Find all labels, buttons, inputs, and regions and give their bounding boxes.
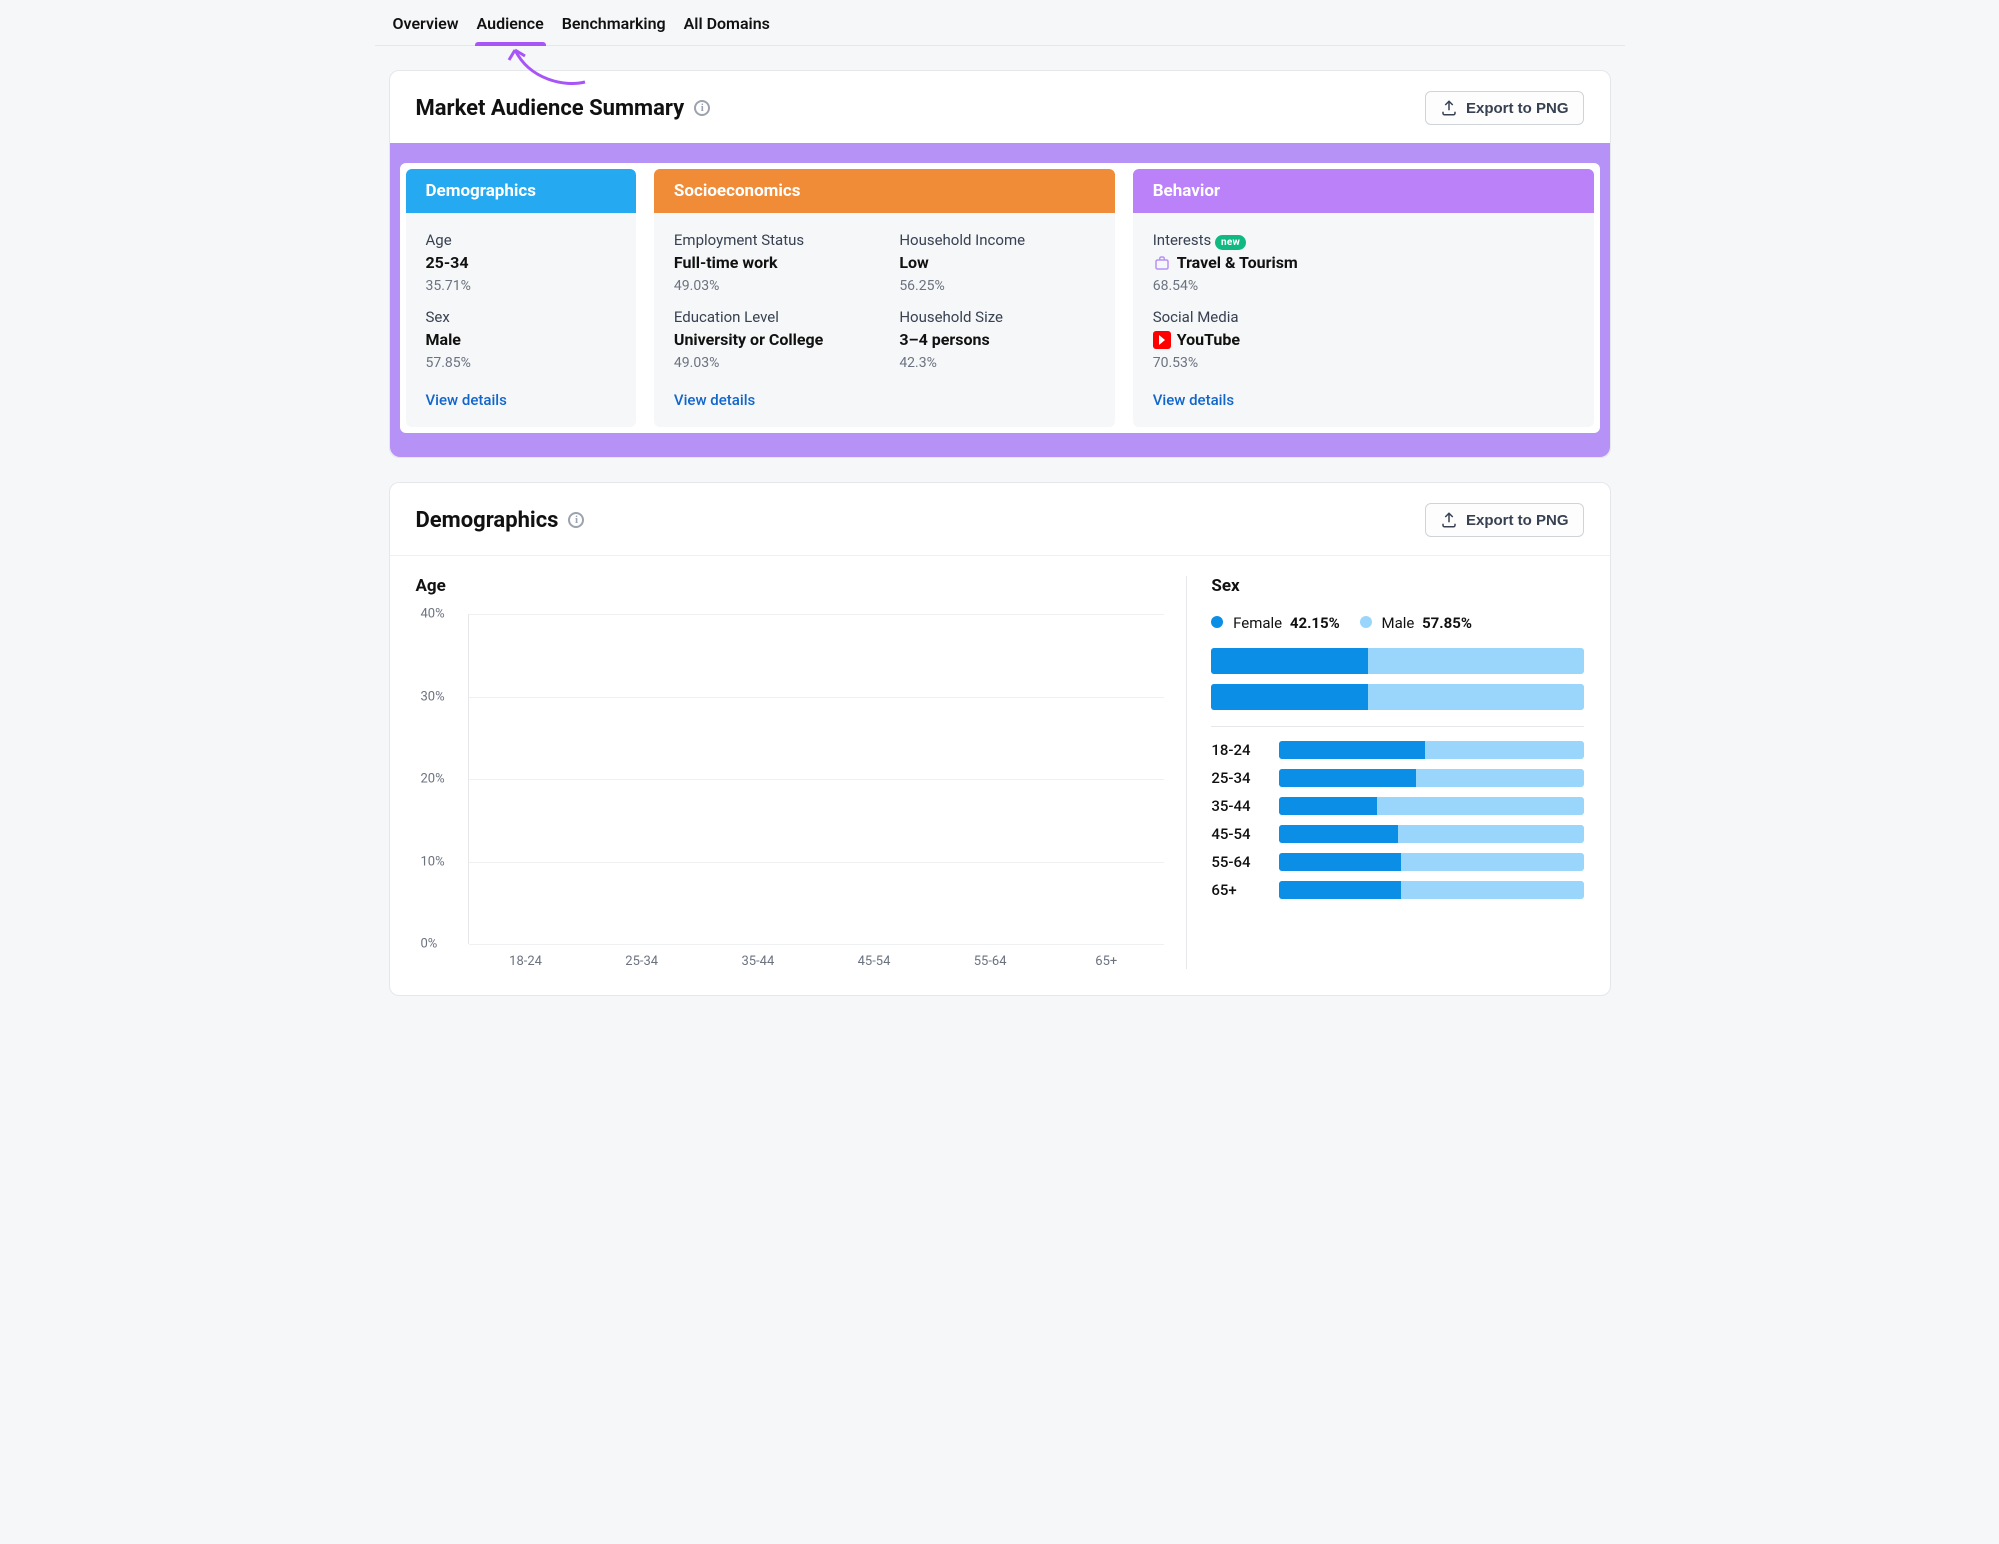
- stat-value: Full-time work: [674, 253, 869, 272]
- sex-bucket-bars: 18-24 25-34 35-44 45-54 55-64 65+: [1211, 741, 1583, 899]
- bucket-bar[interactable]: [1279, 853, 1583, 871]
- sex-bucket-row: 55-64: [1211, 853, 1583, 871]
- stat-pct: 57.85%: [426, 355, 616, 371]
- demographics-section: Demographics i Export to PNG Age 0%10%20…: [389, 482, 1611, 996]
- x-tick-label: 25-34: [584, 944, 700, 969]
- stat-value: 25-34: [426, 253, 616, 272]
- stat-label: Education Level: [674, 308, 869, 326]
- upload-icon: [1440, 99, 1458, 117]
- section-title: Demographics i: [416, 508, 585, 533]
- y-tick-label: 10%: [421, 854, 445, 869]
- tab-overview[interactable]: Overview: [393, 14, 459, 45]
- stat-pct: 49.03%: [674, 278, 869, 294]
- bucket-label: 45-54: [1211, 825, 1265, 843]
- stat-value: Travel & Tourism: [1153, 253, 1574, 272]
- sex-bucket-row: 18-24: [1211, 741, 1583, 759]
- y-tick-label: 30%: [421, 689, 445, 704]
- y-tick-label: 20%: [421, 772, 445, 787]
- market-audience-summary-section: Market Audience Summary i Export to PNG …: [389, 70, 1611, 458]
- bucket-bar[interactable]: [1279, 741, 1583, 759]
- x-tick-label: 35-44: [700, 944, 816, 969]
- stat-value: University or College: [674, 330, 869, 349]
- stat-label: Sex: [426, 308, 616, 326]
- sex-total-bar[interactable]: [1211, 684, 1583, 710]
- sex-total-bars: [1211, 648, 1583, 710]
- stat-label: Interests new: [1153, 231, 1574, 249]
- stat-pct: 49.03%: [674, 355, 869, 371]
- stat-label: Household Income: [899, 231, 1094, 249]
- export-button[interactable]: Export to PNG: [1425, 91, 1584, 125]
- stat-pct: 70.53%: [1153, 355, 1574, 371]
- view-details-link[interactable]: View details: [1153, 391, 1574, 409]
- age-x-labels: 18-2425-3435-4445-5455-6465+: [468, 944, 1165, 969]
- stat-label: Social Media: [1153, 308, 1574, 326]
- bucket-bar[interactable]: [1279, 825, 1583, 843]
- stat-pct: 35.71%: [426, 278, 616, 294]
- tab-all-domains[interactable]: All Domains: [684, 14, 770, 45]
- sex-bucket-row: 65+: [1211, 881, 1583, 899]
- y-tick-label: 0%: [421, 937, 438, 952]
- stat-value: Low: [899, 253, 1094, 272]
- stat-pct: 68.54%: [1153, 278, 1574, 294]
- sex-bucket-row: 25-34: [1211, 769, 1583, 787]
- card-behavior: Behavior Interests new Travel & Tourism: [1133, 169, 1594, 427]
- bucket-bar[interactable]: [1279, 797, 1583, 815]
- stat-label: Employment Status: [674, 231, 869, 249]
- stat-label: Household Size: [899, 308, 1094, 326]
- tab-benchmarking[interactable]: Benchmarking: [562, 14, 666, 45]
- stat-value: YouTube: [1153, 330, 1574, 349]
- stat-value: 3–4 persons: [899, 330, 1094, 349]
- suitcase-icon: [1153, 254, 1171, 272]
- tab-audience[interactable]: Audience: [477, 14, 544, 45]
- stat-pct: 56.25%: [899, 278, 1094, 294]
- age-bar-chart: 0%10%20%30%40%: [468, 614, 1165, 944]
- export-button[interactable]: Export to PNG: [1425, 503, 1584, 537]
- bucket-bar[interactable]: [1279, 769, 1583, 787]
- view-details-link[interactable]: View details: [426, 391, 616, 409]
- x-tick-label: 45-54: [816, 944, 932, 969]
- bucket-label: 18-24: [1211, 741, 1265, 759]
- stat-pct: 42.3%: [899, 355, 1094, 371]
- bucket-label: 55-64: [1211, 853, 1265, 871]
- bucket-label: 25-34: [1211, 769, 1265, 787]
- sex-bucket-row: 35-44: [1211, 797, 1583, 815]
- panel-title: Age: [416, 576, 1165, 596]
- card-header: Socioeconomics: [654, 169, 1115, 213]
- panel-title: Sex: [1211, 576, 1583, 596]
- bucket-label: 35-44: [1211, 797, 1265, 815]
- sex-panel: Sex Female 42.15% Male 57.85% 18-24 25-34…: [1186, 576, 1583, 969]
- divider: [1211, 726, 1583, 727]
- info-icon[interactable]: i: [694, 100, 710, 116]
- youtube-icon: [1153, 331, 1171, 349]
- top-tabs: Overview Audience Benchmarking All Domai…: [375, 0, 1625, 46]
- card-header: Behavior: [1133, 169, 1594, 213]
- y-tick-label: 40%: [421, 607, 445, 622]
- sex-total-bar[interactable]: [1211, 648, 1583, 674]
- bucket-bar[interactable]: [1279, 881, 1583, 899]
- stat-value: Male: [426, 330, 616, 349]
- dot-icon: [1360, 616, 1372, 628]
- sex-legend: Female 42.15% Male 57.85%: [1211, 614, 1583, 632]
- stat-label: Age: [426, 231, 616, 249]
- info-icon[interactable]: i: [568, 512, 584, 528]
- sex-bucket-row: 45-54: [1211, 825, 1583, 843]
- new-badge: new: [1215, 235, 1246, 250]
- upload-icon: [1440, 511, 1458, 529]
- x-tick-label: 65+: [1048, 944, 1164, 969]
- bucket-label: 65+: [1211, 881, 1265, 899]
- dot-icon: [1211, 616, 1223, 628]
- section-title: Market Audience Summary i: [416, 96, 711, 121]
- age-chart-panel: Age 0%10%20%30%40% 18-2425-3435-4445-545…: [416, 576, 1187, 969]
- view-details-link[interactable]: View details: [674, 391, 1095, 409]
- card-header: Demographics: [406, 169, 636, 213]
- card-demographics: Demographics Age 25-34 35.71% Sex Male 5…: [406, 169, 636, 427]
- x-tick-label: 55-64: [932, 944, 1048, 969]
- summary-highlight: Demographics Age 25-34 35.71% Sex Male 5…: [390, 143, 1610, 457]
- x-tick-label: 18-24: [468, 944, 584, 969]
- card-socioeconomics: Socioeconomics Employment Status Full-ti…: [654, 169, 1115, 427]
